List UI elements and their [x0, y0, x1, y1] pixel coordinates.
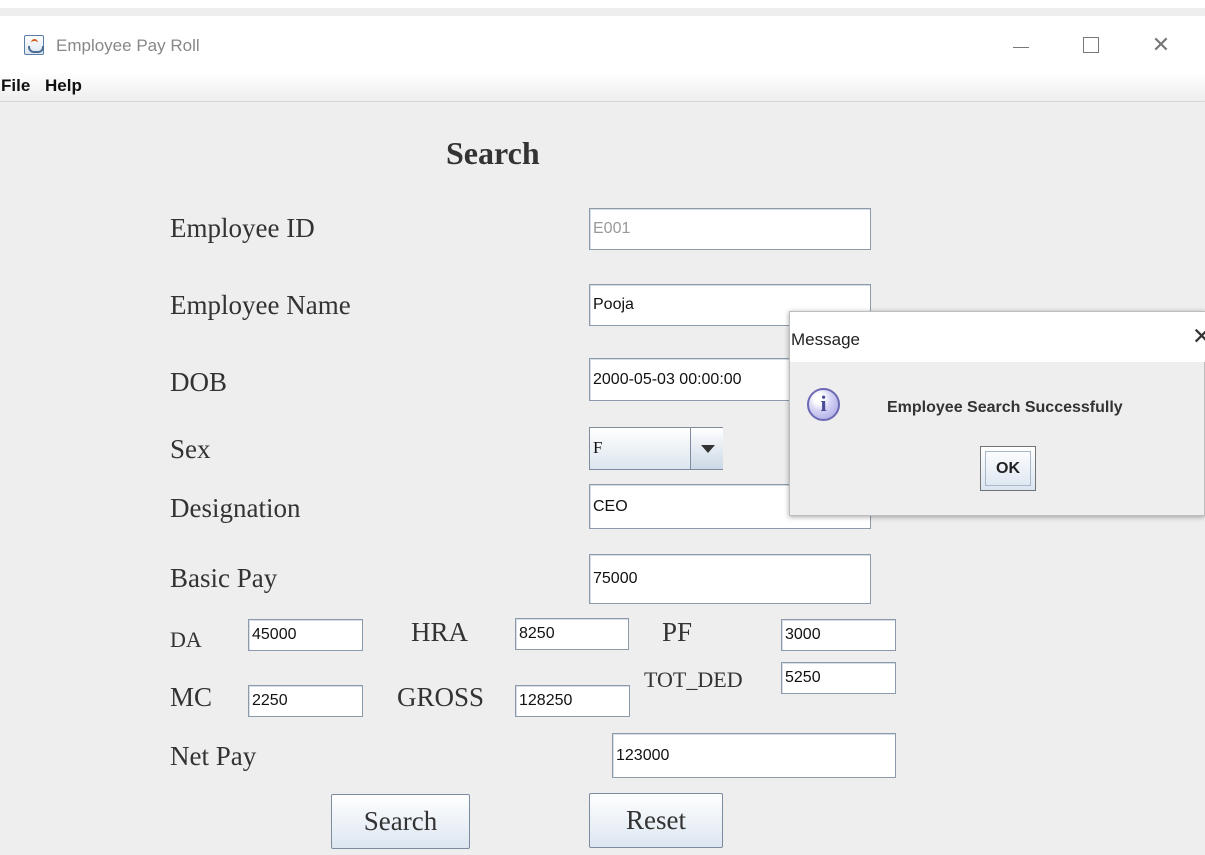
gross-field[interactable]: 128250 — [515, 685, 630, 717]
minimize-icon — [1013, 47, 1029, 48]
tot-ded-field[interactable]: 5250 — [781, 662, 896, 694]
sex-label: Sex — [170, 434, 211, 464]
hra-field[interactable]: 8250 — [515, 618, 629, 650]
message-dialog: Message ✕ i Employee Search Successfully… — [789, 311, 1205, 516]
net-pay-field[interactable]: 123000 — [612, 733, 896, 778]
basic-pay-field[interactable]: 75000 — [589, 554, 871, 604]
dropdown-arrow-icon[interactable] — [690, 428, 723, 469]
window-titlebar: Employee Pay Roll ✕ — [0, 16, 1205, 72]
sex-selected-value: F — [593, 438, 603, 457]
dob-label: DOB — [170, 367, 228, 397]
close-window-button[interactable]: ✕ — [1141, 32, 1181, 60]
java-app-icon — [24, 35, 44, 55]
sex-dropdown[interactable]: F — [589, 427, 723, 470]
page-title: Search — [446, 135, 540, 171]
da-field[interactable]: 45000 — [248, 619, 363, 651]
info-icon: i — [807, 388, 840, 421]
menu-file[interactable]: File — [1, 76, 30, 96]
employee-id-label: Employee ID — [170, 213, 315, 243]
employee-id-field[interactable]: E001 — [589, 208, 871, 250]
reset-button[interactable]: Reset — [589, 793, 723, 848]
dialog-close-button[interactable]: ✕ — [1192, 324, 1205, 350]
pf-field[interactable]: 3000 — [781, 619, 896, 651]
hra-label: HRA — [411, 617, 469, 647]
da-label: DA — [170, 627, 202, 652]
dialog-title: Message — [791, 330, 860, 349]
maximize-icon — [1083, 37, 1099, 53]
mc-field[interactable]: 2250 — [248, 685, 363, 717]
menu-bar: File Help — [0, 72, 1205, 102]
dialog-message: Employee Search Successfully — [887, 399, 1123, 416]
basic-pay-label: Basic Pay — [170, 563, 278, 593]
mc-label: MC — [170, 682, 213, 712]
designation-label: Designation — [170, 493, 301, 523]
window-title: Employee Pay Roll — [56, 36, 200, 55]
pf-label: PF — [662, 617, 693, 647]
employee-name-label: Employee Name — [170, 290, 351, 320]
dialog-titlebar: Message ✕ — [790, 312, 1205, 362]
search-button[interactable]: Search — [331, 794, 470, 849]
minimize-window-button[interactable] — [1001, 32, 1041, 60]
ok-button[interactable]: OK — [980, 446, 1036, 491]
maximize-window-button[interactable] — [1071, 32, 1111, 60]
gross-label: GROSS — [397, 682, 485, 712]
tot-ded-label: TOT_DED — [644, 667, 743, 692]
net-pay-label: Net Pay — [170, 741, 257, 771]
menu-help[interactable]: Help — [45, 76, 82, 96]
